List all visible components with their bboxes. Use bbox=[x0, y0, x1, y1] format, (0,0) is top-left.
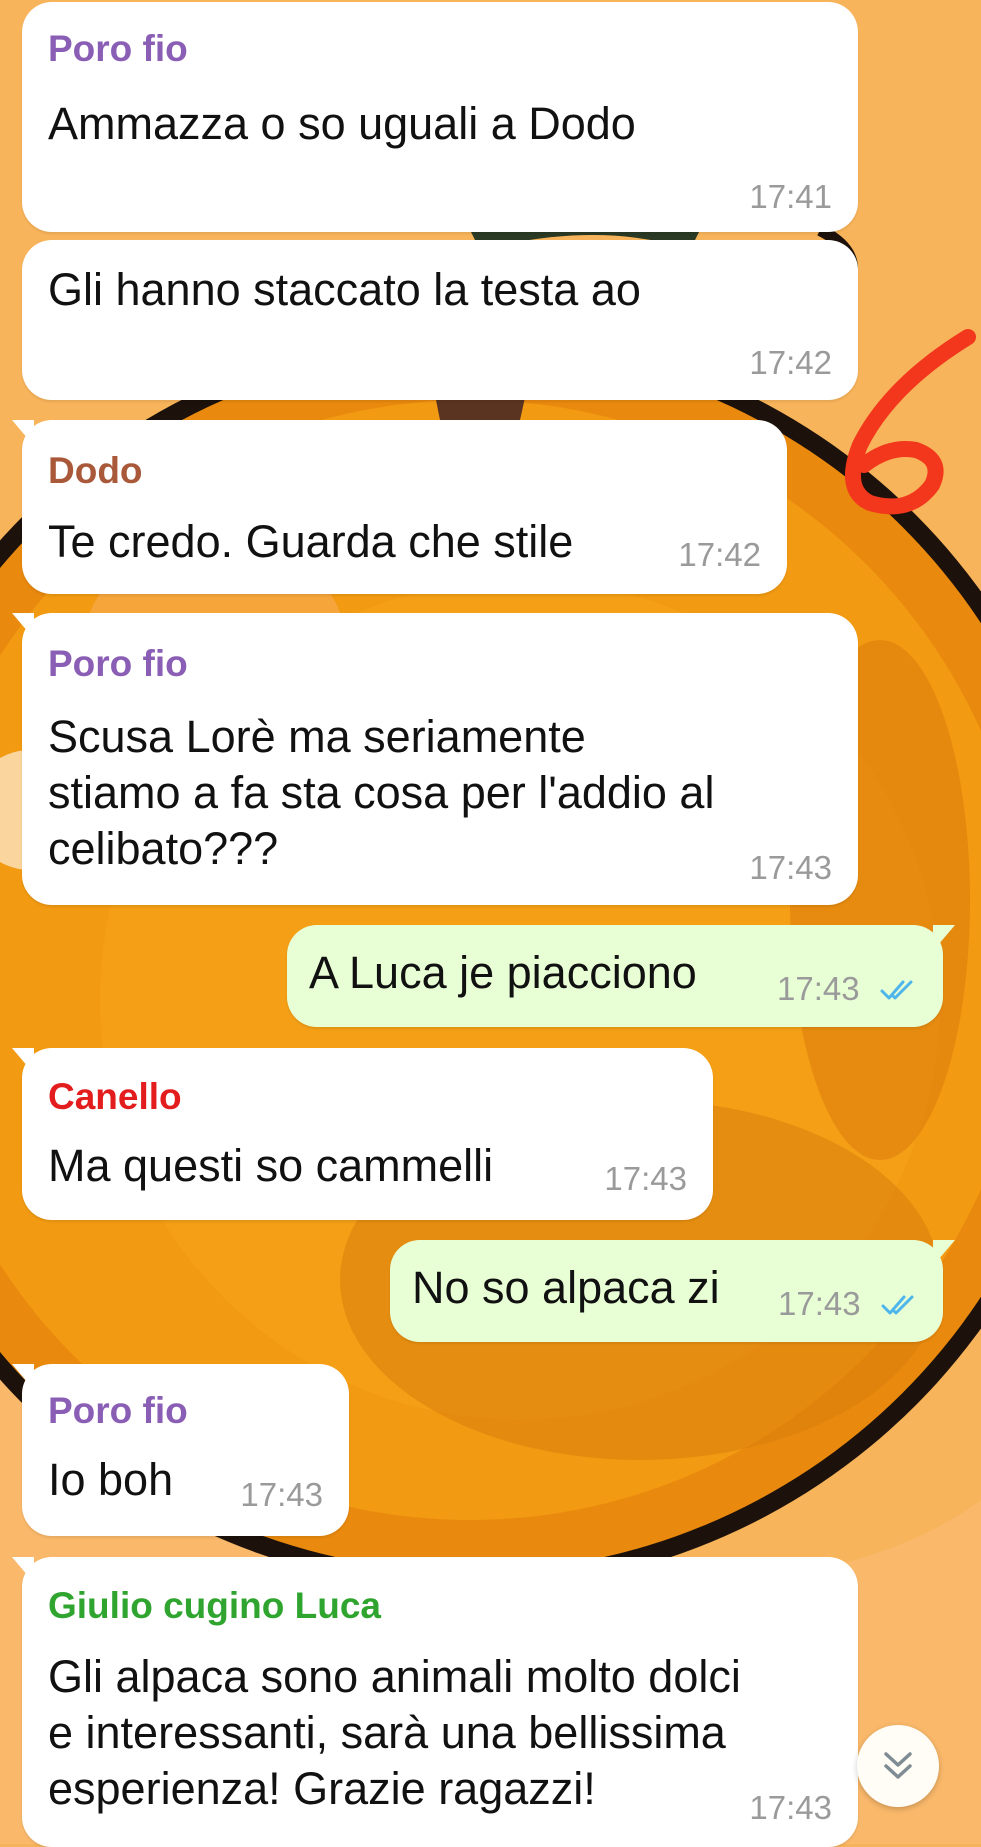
bubble-tail bbox=[933, 925, 955, 951]
message-bubble[interactable]: Gli hanno staccato la testa ao 17:42 bbox=[22, 240, 858, 400]
message-time: 17:43 bbox=[749, 1789, 832, 1826]
message-sender: Poro fio bbox=[48, 1390, 188, 1431]
bubble-tail bbox=[12, 1557, 34, 1583]
message-sender: Poro fio bbox=[48, 28, 188, 69]
message-bubble[interactable]: Canello Ma questi so cammelli 17:43 bbox=[12, 1048, 713, 1220]
message-text: No so alpaca zi bbox=[412, 1262, 720, 1313]
double-check-read-icon bbox=[880, 980, 913, 1000]
bubble-tail bbox=[12, 420, 34, 446]
message-text: Scusa Lorè ma seriamente stiamo a fa sta… bbox=[48, 711, 715, 874]
bubble-tail bbox=[12, 1048, 34, 1074]
chat-message-list[interactable]: Poro fio Ammazza o so uguali a Dodo 17:4… bbox=[0, 0, 981, 1847]
message-bubble[interactable]: Dodo Te credo. Guarda che stile 17:42 bbox=[12, 420, 787, 594]
message-time: 17:43 bbox=[749, 849, 832, 886]
scroll-to-bottom-button[interactable] bbox=[857, 1725, 939, 1807]
message-text: A Luca je piacciono bbox=[309, 947, 697, 998]
message-time: 17:43 bbox=[604, 1160, 687, 1197]
message-bubble[interactable]: Poro fio Io boh 17:43 bbox=[12, 1364, 349, 1536]
message-bubble-outgoing[interactable]: A Luca je piacciono 17:43 bbox=[287, 925, 955, 1027]
message-time: 17:41 bbox=[749, 178, 832, 215]
bubble-tail bbox=[12, 1364, 34, 1390]
message-text: Te credo. Guarda che stile bbox=[48, 516, 574, 567]
message-text: Gli hanno staccato la testa ao bbox=[48, 264, 641, 315]
message-time: 17:43 bbox=[778, 1285, 861, 1322]
message-text: Gli alpaca sono animali molto dolci e in… bbox=[48, 1651, 741, 1814]
message-sender: Giulio cugino Luca bbox=[48, 1585, 381, 1626]
message-text: Io boh bbox=[48, 1454, 174, 1505]
message-bubble[interactable]: Giulio cugino Luca Gli alpaca sono anima… bbox=[12, 1557, 858, 1847]
message-text: Ammazza o so uguali a Dodo bbox=[48, 98, 636, 149]
message-bubble-outgoing[interactable]: No so alpaca zi 17:43 bbox=[390, 1240, 955, 1342]
message-time: 17:43 bbox=[240, 1476, 323, 1513]
message-text: Ma questi so cammelli bbox=[48, 1140, 494, 1191]
bubble-tail bbox=[12, 613, 34, 639]
bubble-tail bbox=[933, 1240, 955, 1266]
double-check-read-icon bbox=[881, 1295, 914, 1315]
message-sender: Dodo bbox=[48, 450, 143, 491]
message-sender: Poro fio bbox=[48, 643, 188, 684]
message-time: 17:42 bbox=[678, 536, 761, 573]
double-chevron-down-icon bbox=[884, 1752, 912, 1779]
message-time: 17:43 bbox=[777, 970, 860, 1007]
message-sender: Canello bbox=[48, 1076, 182, 1117]
message-time: 17:42 bbox=[749, 344, 832, 381]
message-bubble[interactable]: Poro fio Scusa Lorè ma seriamente stiamo… bbox=[12, 613, 858, 905]
message-bubble[interactable]: Poro fio Ammazza o so uguali a Dodo 17:4… bbox=[22, 2, 858, 232]
